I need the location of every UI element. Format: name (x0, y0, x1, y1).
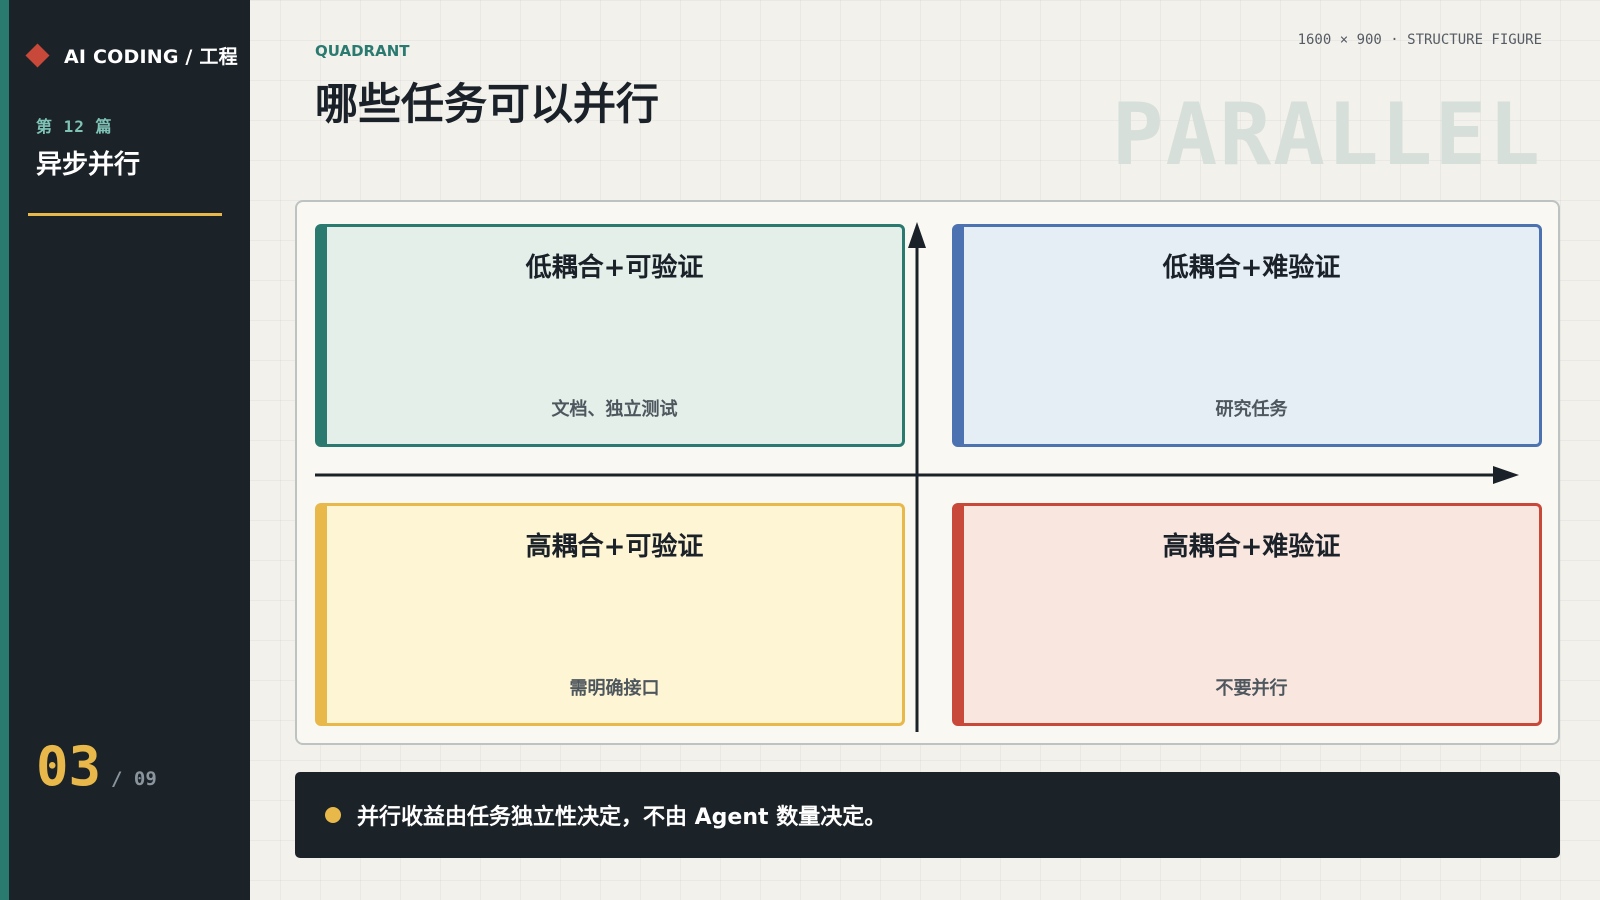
eyebrow-label: QUADRANT (315, 42, 410, 60)
quadrant-title: 高耦合+可验证 (525, 532, 704, 562)
sidebar: AI CODING / 工程 第 12 篇 异步并行 03 / 09 (0, 0, 250, 900)
horizontal-axis-arrow-icon (1493, 466, 1519, 484)
sidebar-accent-stripe (0, 0, 9, 900)
quadrant-high-coupling-hard-to-verify: 高耦合+难验证 不要并行 (952, 503, 1542, 726)
page-current: 03 (36, 735, 102, 798)
quadrant-note: 文档、独立测试 (551, 399, 678, 420)
page-title: 哪些任务可以并行 (315, 80, 659, 130)
quadrant-note: 需明确接口 (569, 678, 660, 699)
quadrant-high-coupling-verifiable: 高耦合+可验证 需明确接口 (315, 503, 905, 726)
watermark: PARALLEL (1111, 85, 1542, 185)
quadrant-low-coupling-hard-to-verify: 低耦合+难验证 研究任务 (952, 224, 1542, 447)
quadrant-title: 高耦合+难验证 (1162, 532, 1341, 562)
page-counter: 03 / 09 (36, 740, 157, 794)
issue-title: 异步并行 (36, 150, 141, 180)
takeaway-text: 并行收益由任务独立性决定，不由 Agent 数量决定。 (357, 805, 887, 830)
quadrant-low-coupling-verifiable: 低耦合+可验证 文档、独立测试 (315, 224, 905, 447)
page-total: / 09 (111, 768, 157, 790)
diamond-icon (25, 43, 50, 68)
quadrant-note: 不要并行 (1215, 678, 1288, 699)
issue-label: 第 12 篇 (36, 117, 113, 136)
takeaway-callout: 并行收益由任务独立性决定，不由 Agent 数量决定。 (295, 772, 1560, 858)
quadrant-diagram: 低耦合+可验证 文档、独立测试 低耦合+难验证 研究任务 高耦合+可验证 需明确… (295, 200, 1560, 745)
quadrant-title: 低耦合+可验证 (525, 253, 704, 283)
quadrant-note: 研究任务 (1215, 399, 1288, 420)
vertical-axis-arrow-icon (908, 222, 926, 248)
meta-caption: 1600 × 900 · STRUCTURE FIGURE (1297, 32, 1542, 48)
brand: AI CODING / 工程 (25, 42, 238, 69)
bullet-dot-icon (325, 807, 341, 823)
quadrant-title: 低耦合+难验证 (1162, 253, 1341, 283)
sidebar-divider (28, 213, 222, 216)
brand-label: AI CODING / 工程 (64, 46, 238, 68)
